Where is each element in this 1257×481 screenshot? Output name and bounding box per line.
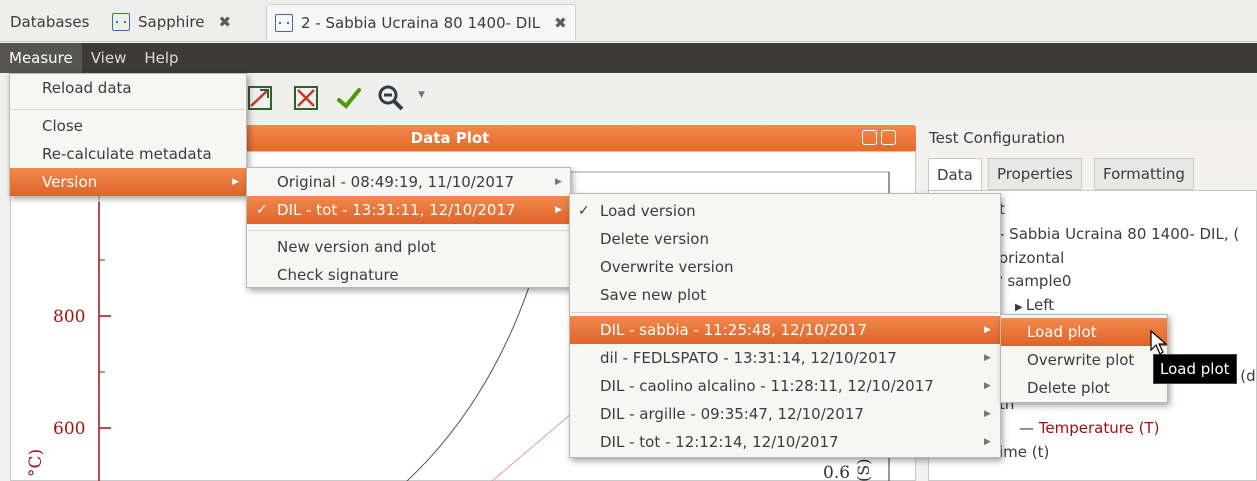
tree-sample[interactable]: ▼ sample0 bbox=[991, 272, 1071, 290]
submenu-arrow-icon: ▶ bbox=[984, 409, 991, 419]
tab-formatting[interactable]: Formatting bbox=[1094, 158, 1194, 190]
menu-item-label: DIL - tot - 12:12:14, 12/10/2017 bbox=[600, 433, 839, 451]
menu-item-overwrite-plot[interactable]: Overwrite plot bbox=[1001, 346, 1167, 374]
menu-item-delete-plot[interactable]: Delete plot bbox=[1001, 374, 1167, 402]
right-axis-label: (S) bbox=[854, 459, 873, 481]
menu-item-label: dil - FEDLSPATO - 13:31:14, 12/10/2017 bbox=[600, 349, 897, 367]
menu-item-label: Original - 08:49:19, 11/10/2017 bbox=[277, 173, 515, 191]
line-style-icon: — bbox=[1019, 419, 1039, 437]
menu-item-plot[interactable]: DIL - argille - 09:35:47, 12/10/2017 ▶ bbox=[570, 400, 1000, 428]
curve-temperature bbox=[491, 413, 572, 481]
menu-item-version[interactable]: Version ▶ bbox=[10, 168, 246, 196]
tab-databases[interactable]: Databases bbox=[2, 4, 97, 40]
mouse-pointer-icon bbox=[1150, 330, 1168, 355]
menu-item-plot[interactable]: DIL - sabbia - 11:25:48, 12/10/2017 ▶ bbox=[570, 316, 1000, 344]
submenu-arrow-icon: ▶ bbox=[555, 205, 562, 215]
menu-item-plot[interactable]: DIL - tot - 12:12:14, 12/10/2017 ▶ bbox=[570, 428, 1000, 456]
menu-item-label: DIL - caolino alcalino - 11:28:11, 12/10… bbox=[600, 377, 934, 395]
menu-item-current-version[interactable]: ✓ DIL - tot - 13:31:11, 12/10/2017 ▶ bbox=[247, 196, 570, 224]
plot-submenu: Load plot Overwrite plot Delete plot bbox=[1000, 314, 1168, 403]
y-axis-label: °C) bbox=[26, 449, 46, 477]
zoom-out-icon[interactable] bbox=[377, 84, 405, 112]
zoom-fit-x-icon[interactable] bbox=[246, 84, 274, 112]
menu-item-close[interactable]: Close bbox=[10, 112, 246, 140]
tab-data[interactable]: Data bbox=[928, 158, 982, 190]
menu-separator bbox=[571, 312, 999, 313]
menu-item-label: DIL - tot - 13:31:11, 12/10/2017 bbox=[277, 201, 516, 219]
right-tick-label: 0.6 bbox=[823, 463, 850, 481]
close-icon[interactable]: ✖ bbox=[219, 13, 232, 31]
tree-label: sample0 bbox=[1007, 272, 1072, 290]
submenu-arrow-icon: ▶ bbox=[984, 325, 991, 335]
menu-view[interactable]: View bbox=[82, 43, 136, 73]
tab-label: Sapphire bbox=[138, 13, 205, 31]
expand-arrow-icon: ▶ bbox=[1015, 302, 1026, 313]
tooltip: Load plot bbox=[1153, 354, 1237, 384]
menu-item-plot[interactable]: DIL - caolino alcalino - 11:28:11, 12/10… bbox=[570, 372, 1000, 400]
minimize-icon[interactable] bbox=[862, 130, 877, 145]
database-icon bbox=[112, 13, 130, 31]
tab-label: 2 - Sabbia Ucraina 80 1400- DIL bbox=[301, 13, 541, 32]
maximize-icon[interactable] bbox=[881, 130, 896, 145]
zoom-dropdown-icon[interactable]: ▼ bbox=[418, 90, 425, 100]
menu-separator bbox=[248, 230, 569, 231]
measure-menu: Reload data Close Re-calculate metadata … bbox=[9, 73, 247, 196]
tree-label: Temperature (T) bbox=[1038, 419, 1160, 437]
menu-item-label: Load version bbox=[600, 202, 696, 220]
tab-sapphire[interactable]: Sapphire ✖ bbox=[104, 4, 239, 40]
tab-properties[interactable]: Properties bbox=[988, 158, 1082, 190]
submenu-arrow-icon: ▶ bbox=[984, 353, 991, 363]
menu-item-label: Version bbox=[42, 173, 98, 191]
menu-item-plot[interactable]: dil - FEDLSPATO - 13:31:14, 12/10/2017 ▶ bbox=[570, 344, 1000, 372]
submenu-arrow-icon: ▶ bbox=[232, 177, 239, 187]
document-tab-bar: Databases Sapphire ✖ 2 - Sabbia Ucraina … bbox=[0, 0, 1257, 42]
menu-item-load-version[interactable]: ✓ Load version bbox=[570, 197, 1000, 225]
tree-left[interactable]: ▶ Left bbox=[1015, 296, 1054, 314]
version-submenu: Original - 08:49:19, 11/10/2017 ▶ ✓ DIL … bbox=[246, 167, 571, 288]
menu-item-delete-version[interactable]: Delete version bbox=[570, 225, 1000, 253]
submenu-arrow-icon: ▶ bbox=[984, 437, 991, 447]
y-tick-label-600: 600 bbox=[53, 419, 85, 439]
check-icon: ✓ bbox=[256, 202, 268, 218]
tab-measure[interactable]: 2 - Sabbia Ucraina 80 1400- DIL ✖ bbox=[266, 4, 576, 40]
menu-item-load-plot[interactable]: Load plot bbox=[1001, 318, 1167, 346]
version-actions-submenu: ✓ Load version Delete version Overwrite … bbox=[569, 193, 1001, 458]
tree-time[interactable]: ime (t) bbox=[999, 443, 1049, 461]
menu-item-reload-data[interactable]: Reload data bbox=[10, 74, 246, 102]
menu-help[interactable]: Help bbox=[135, 43, 187, 73]
y-tick-label-800: 800 bbox=[53, 307, 85, 327]
tree-measure[interactable]: - Sabbia Ucraina 80 1400- DIL, ( bbox=[999, 225, 1239, 243]
apply-check-icon[interactable] bbox=[335, 84, 363, 112]
menu-item-label: DIL - argille - 09:35:47, 12/10/2017 bbox=[600, 405, 864, 423]
close-icon[interactable]: ✖ bbox=[554, 14, 567, 32]
submenu-arrow-icon: ▶ bbox=[555, 177, 562, 187]
menu-item-check-signature[interactable]: Check signature bbox=[247, 261, 570, 289]
check-icon: ✓ bbox=[578, 203, 590, 219]
tree-horizontal[interactable]: orizontal bbox=[999, 249, 1064, 267]
submenu-arrow-icon: ▶ bbox=[984, 381, 991, 391]
menu-measure[interactable]: Measure bbox=[0, 43, 82, 73]
menu-item-recalculate-metadata[interactable]: Re-calculate metadata bbox=[10, 140, 246, 168]
menubar: Measure View Help bbox=[0, 43, 1257, 73]
tree-temperature[interactable]: — Temperature (T) bbox=[1019, 419, 1159, 437]
menu-item-save-new-plot[interactable]: Save new plot bbox=[570, 281, 1000, 309]
menu-item-new-version-and-plot[interactable]: New version and plot bbox=[247, 233, 570, 261]
tree-label: Left bbox=[1025, 296, 1055, 314]
menu-item-overwrite-version[interactable]: Overwrite version bbox=[570, 253, 1000, 281]
zoom-fit-y-icon[interactable] bbox=[292, 84, 320, 112]
database-icon bbox=[275, 13, 293, 32]
tab-label: Databases bbox=[10, 13, 90, 31]
menu-item-original-version[interactable]: Original - 08:49:19, 11/10/2017 ▶ bbox=[247, 168, 570, 196]
panel-title: Test Configuration bbox=[929, 129, 1066, 147]
menu-item-label: DIL - sabbia - 11:25:48, 12/10/2017 bbox=[600, 321, 867, 339]
menu-separator bbox=[11, 109, 245, 110]
